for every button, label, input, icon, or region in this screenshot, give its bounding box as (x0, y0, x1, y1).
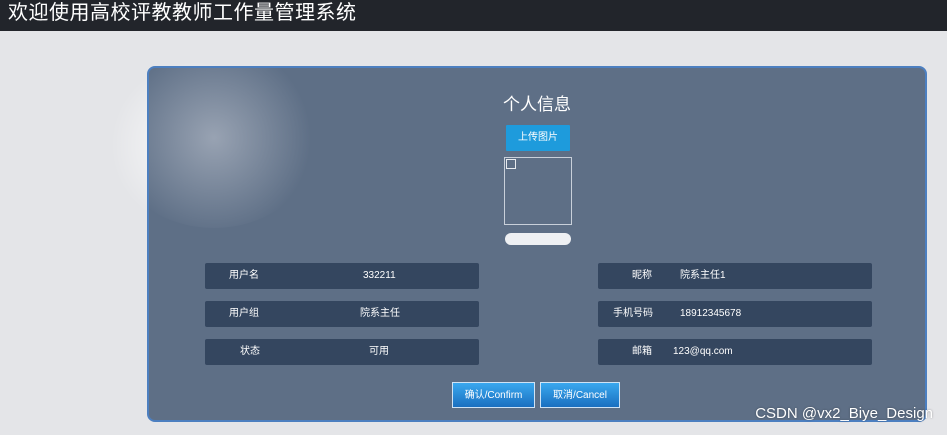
file-input-bar[interactable] (505, 233, 571, 245)
field-status: 状态 可用 (205, 339, 479, 365)
user-group-label: 用户组 (229, 308, 259, 319)
username-label: 用户名 (229, 270, 259, 281)
field-email: 邮箱 123@qq.com (598, 339, 872, 365)
app-title: 欢迎使用高校评教教师工作量管理系统 (8, 2, 357, 24)
nickname-value[interactable]: 院系主任1 (680, 263, 726, 289)
status-value[interactable]: 可用 (369, 339, 389, 365)
username-value[interactable]: 332211 (363, 263, 396, 289)
avatar-image (504, 157, 572, 225)
email-label: 邮箱 (632, 346, 652, 357)
status-label: 状态 (240, 346, 260, 357)
field-phone: 手机号码 18912345678 (598, 301, 872, 327)
field-username: 用户名 332211 (205, 263, 479, 289)
field-nickname: 昵称 院系主任1 (598, 263, 872, 289)
upload-image-button[interactable]: 上传图片 (506, 125, 570, 151)
profile-title: 个人信息 (503, 95, 571, 114)
user-group-value[interactable]: 院系主任 (360, 301, 400, 327)
phone-value[interactable]: 18912345678 (680, 301, 741, 327)
email-value[interactable]: 123@qq.com (673, 339, 733, 365)
profile-card: 个人信息 上传图片 用户名 332211 用户组 院系主任 状态 可用 昵称 院… (147, 66, 927, 422)
confirm-button[interactable]: 确认/Confirm (452, 382, 535, 408)
top-bar: 欢迎使用高校评教教师工作量管理系统 (0, 0, 947, 31)
field-user-group: 用户组 院系主任 (205, 301, 479, 327)
broken-image-icon (506, 159, 516, 169)
nickname-label: 昵称 (632, 270, 652, 281)
watermark: CSDN @vx2_Biye_Design (755, 405, 933, 422)
phone-label: 手机号码 (613, 308, 653, 319)
cancel-button[interactable]: 取消/Cancel (540, 382, 620, 408)
